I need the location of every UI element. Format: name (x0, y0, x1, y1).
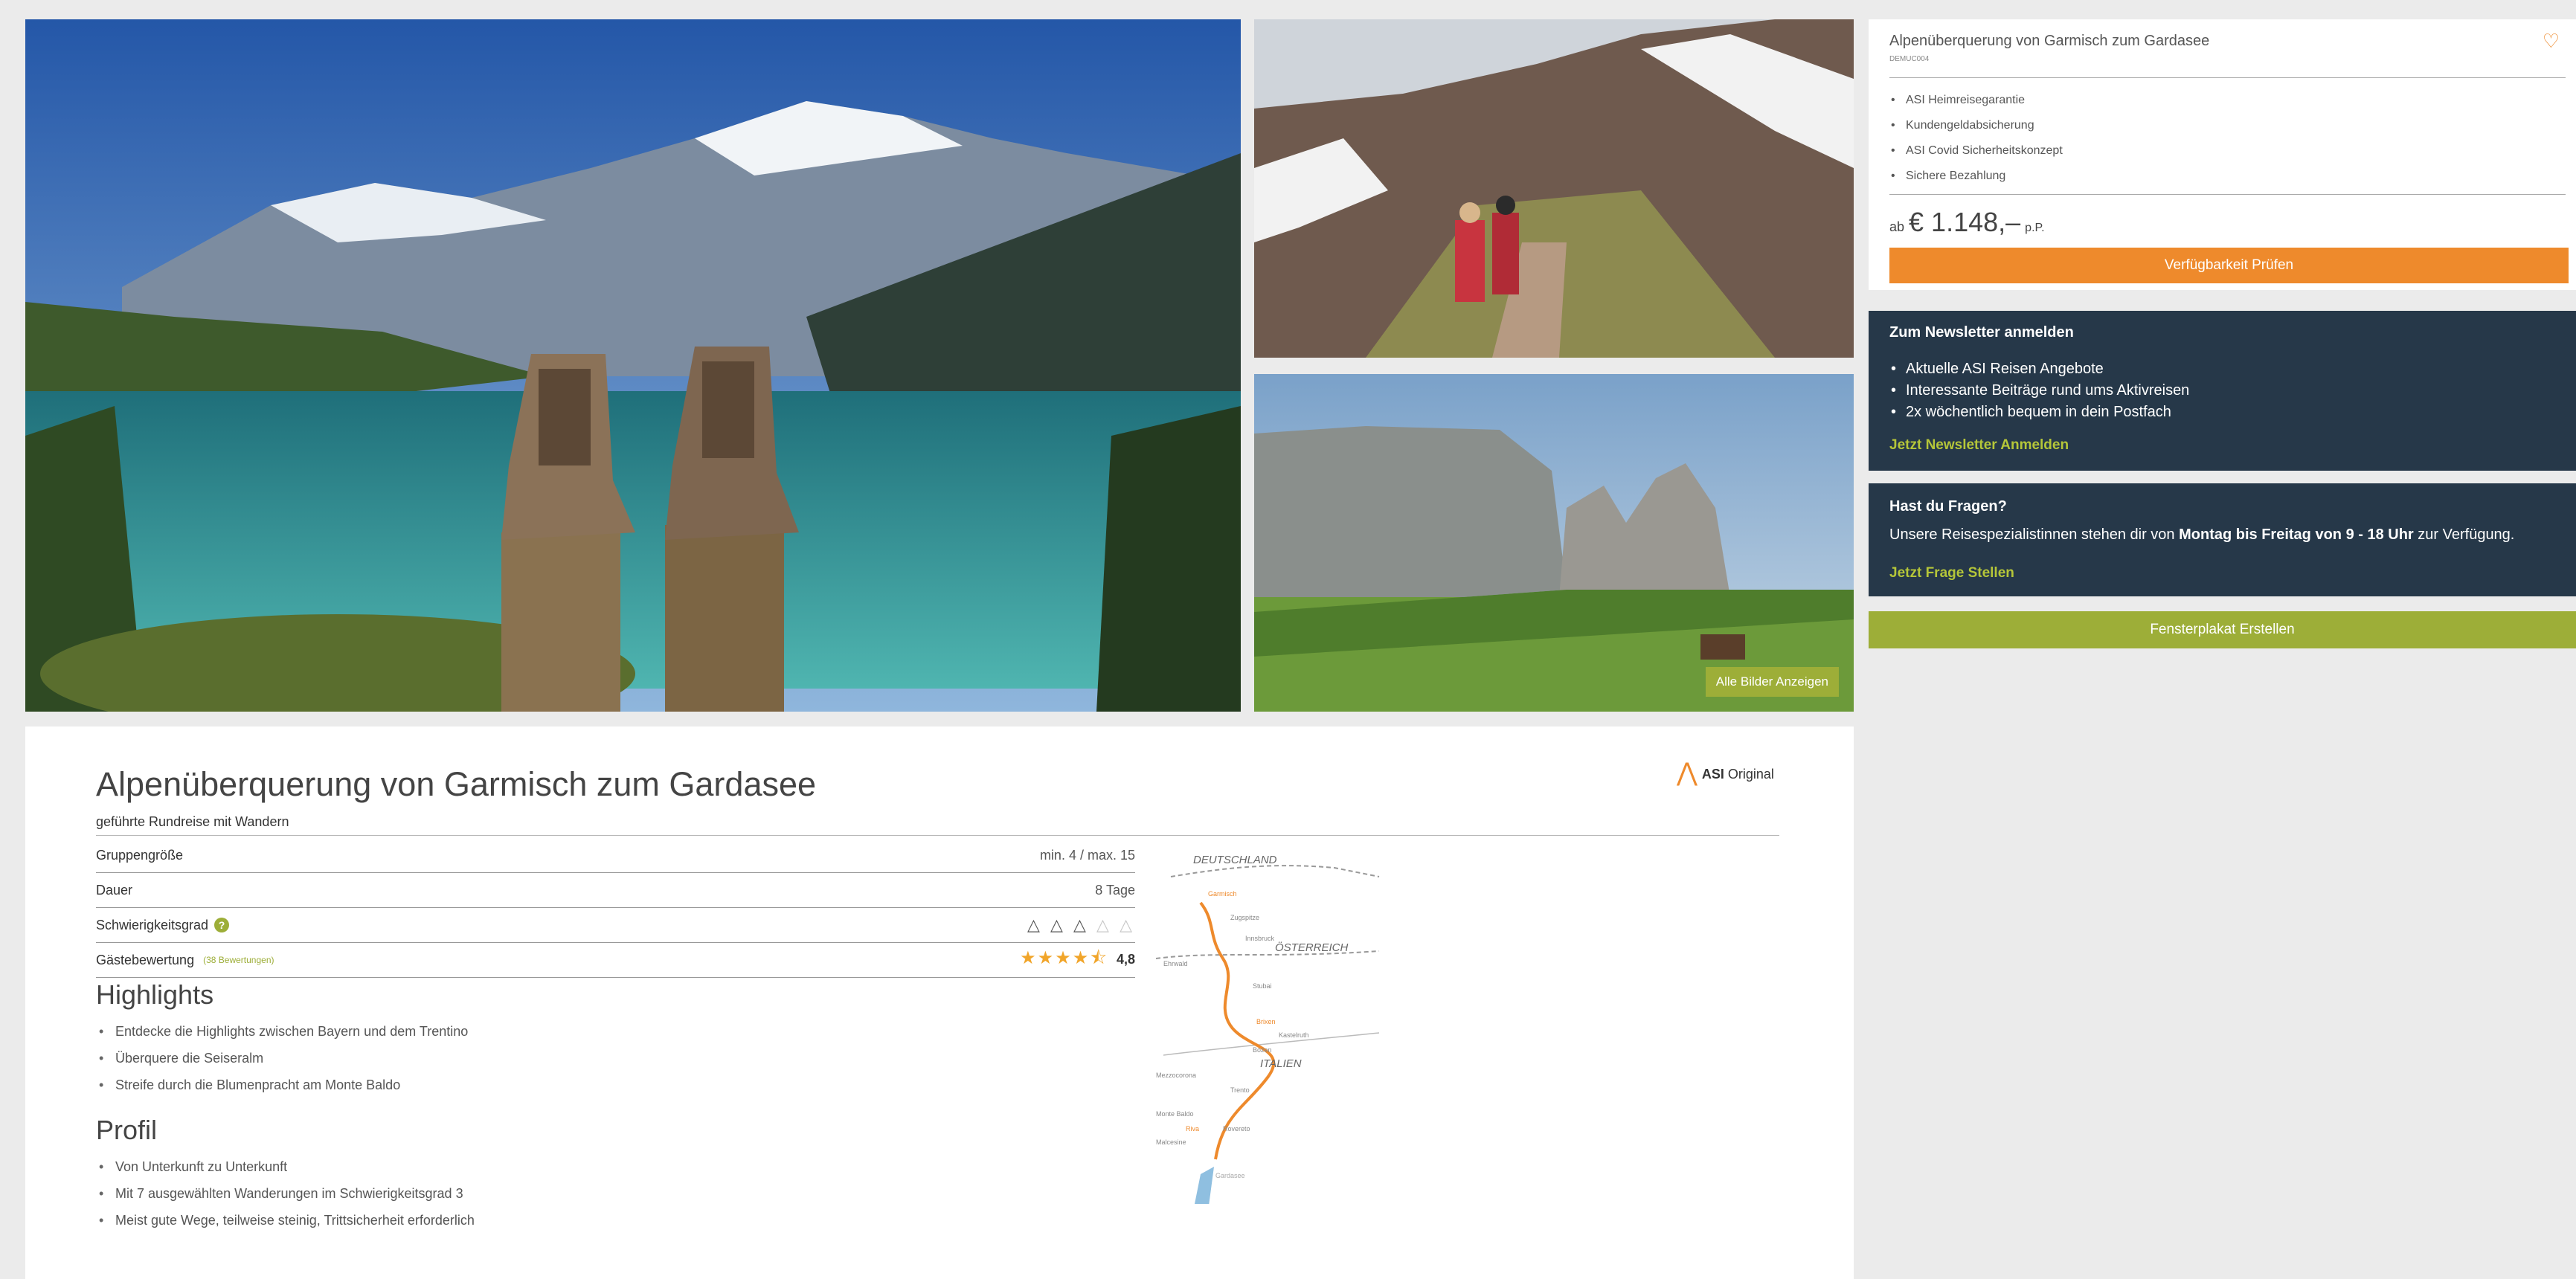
list-item: Streife durch die Blumenpracht am Monte … (96, 1072, 468, 1098)
tour-subtitle: geführte Rundreise mit Wandern (96, 814, 289, 829)
list-item: Meist gute Wege, teilweise steinig, Trit… (96, 1207, 475, 1234)
map-place: Malcesine (1156, 1138, 1186, 1146)
tour-code: DEMUC004 (1889, 55, 1930, 63)
newsletter-box: Zum Newsletter anmelden Aktuelle ASI Rei… (1869, 311, 2576, 471)
highlights-heading: Highlights (96, 979, 214, 1010)
info-icon[interactable]: ? (214, 918, 230, 932)
fact-duration: Dauer 8 Tage (96, 873, 1135, 908)
map-place: Riva (1186, 1125, 1199, 1133)
newsletter-heading: Zum Newsletter anmelden (1889, 324, 2074, 341)
map-country-it: ITALIEN (1260, 1057, 1302, 1070)
ask-question-link[interactable]: Jetzt Frage Stellen (1889, 565, 2014, 581)
rating-stars: ★★★★⯪ (1020, 947, 1108, 968)
asi-original-logo: ⋀ ASI Original (1677, 758, 1774, 787)
map-place: Ehrwald (1163, 960, 1188, 967)
map-country-de: DEUTSCHLAND (1193, 854, 1277, 866)
newsletter-signup-link[interactable]: Jetzt Newsletter Anmelden (1889, 437, 2069, 454)
questions-text: Unsere Reisespezialistinnen stehen dir v… (1889, 526, 2515, 543)
newsletter-list: Aktuelle ASI Reisen Angebote Interessant… (1889, 358, 2189, 423)
booking-features: ASI Heimreisegarantie Kundengeldabsicher… (1889, 88, 2063, 189)
main-photo-lake-boots[interactable] (25, 19, 1241, 712)
rating-value: 4,8 (1116, 951, 1135, 967)
profile-heading: Profil (96, 1115, 158, 1145)
create-poster-button[interactable]: Fensterplakat Erstellen (1869, 611, 2576, 648)
list-item: Mit 7 ausgewählten Wanderungen im Schwie… (96, 1180, 475, 1207)
difficulty-triangles: △ △ △ △ △ (1027, 915, 1135, 934)
list-item: Kundengeldabsicherung (1889, 113, 2063, 138)
photo-seiser-alm[interactable]: Alle Bilder Anzeigen (1254, 374, 1854, 712)
list-item: Aktuelle ASI Reisen Angebote (1889, 358, 2189, 380)
map-place: Bozen (1253, 1046, 1272, 1054)
divider (1889, 77, 2566, 78)
fact-difficulty: Schwierigkeitsgrad ? △ △ △ △ △ (96, 908, 1135, 943)
route-map[interactable]: DEUTSCHLAND ÖSTERREICH ITALIEN Garmisch … (1156, 847, 1439, 1204)
questions-heading: Hast du Fragen? (1889, 498, 2007, 515)
list-item: ASI Covid Sicherheitskonzept (1889, 138, 2063, 164)
profile-list: Von Unterkunft zu Unterkunft Mit 7 ausge… (96, 1153, 475, 1234)
reviews-link[interactable]: (38 Bewertungen) (203, 955, 274, 965)
list-item: Entdecke die Highlights zwischen Bayern … (96, 1018, 468, 1045)
map-place: Monte Baldo (1156, 1110, 1194, 1118)
map-place: Trento (1230, 1086, 1250, 1094)
map-place: Innsbruck (1245, 935, 1275, 942)
list-item: Überquere die Seiseralm (96, 1045, 468, 1072)
photo-hikers-ridge[interactable] (1254, 19, 1854, 358)
tour-title: Alpenüberquerung von Garmisch zum Gardas… (96, 765, 817, 803)
list-item: ASI Heimreisegarantie (1889, 88, 2063, 113)
questions-box: Hast du Fragen? Unsere Reisespezialistin… (1869, 483, 2576, 596)
map-place: Mezzocorona (1156, 1072, 1196, 1079)
booking-box: Alpenüberquerung von Garmisch zum Gardas… (1869, 19, 2576, 290)
price: ab € 1.148,– p.P. (1889, 207, 2045, 237)
map-place: Gardasee (1215, 1172, 1245, 1179)
show-all-images-button[interactable]: Alle Bilder Anzeigen (1705, 667, 1839, 697)
fact-group-size: Gruppengröße min. 4 / max. 15 (96, 838, 1135, 873)
map-place: Rovereto (1223, 1125, 1250, 1133)
list-item: Interessante Beiträge rund ums Aktivreis… (1889, 380, 2189, 402)
tour-facts-table: Gruppengröße min. 4 / max. 15 Dauer 8 Ta… (96, 838, 1135, 978)
map-place: Kastelruth (1279, 1031, 1309, 1039)
list-item: Von Unterkunft zu Unterkunft (96, 1153, 475, 1180)
divider (96, 835, 1779, 836)
highlights-list: Entdecke die Highlights zwischen Bayern … (96, 1018, 468, 1098)
list-item: 2x wöchentlich bequem in dein Postfach (1889, 402, 2189, 423)
map-place: Zugspitze (1230, 914, 1259, 921)
booking-title: Alpenüberquerung von Garmisch zum Gardas… (1889, 33, 2210, 49)
tour-details-panel: Alpenüberquerung von Garmisch zum Gardas… (25, 727, 1854, 1279)
map-country-at: ÖSTERREICH (1275, 941, 1349, 954)
heart-icon[interactable]: ♡ (2543, 30, 2560, 53)
check-availability-button[interactable]: Verfügbarkeit Prüfen (1889, 248, 2569, 283)
price-amount: € 1.148,– (1909, 207, 2021, 237)
map-place: Garmisch (1208, 890, 1237, 898)
asi-logo-icon: ⋀ (1677, 758, 1697, 787)
list-item: Sichere Bezahlung (1889, 164, 2063, 189)
map-place: Stubai (1253, 982, 1272, 990)
divider (1889, 194, 2566, 195)
fact-rating: Gästebewertung (38 Bewertungen) ★★★★⯪ 4,… (96, 943, 1135, 978)
map-place: Brixen (1256, 1018, 1276, 1025)
